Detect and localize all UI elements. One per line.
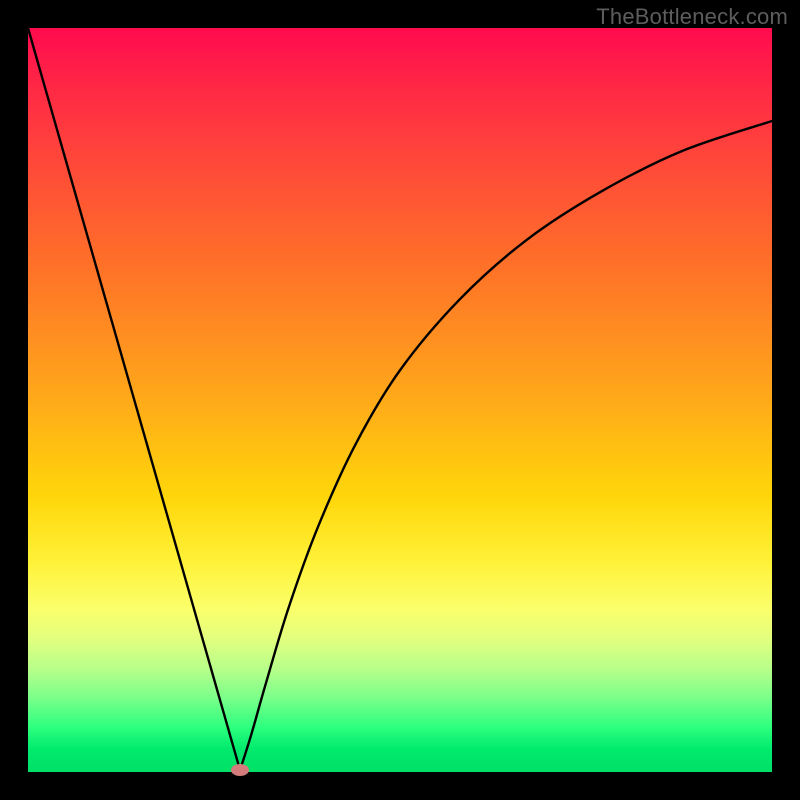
bottleneck-curve (28, 28, 772, 772)
watermark-text: TheBottleneck.com (596, 4, 788, 30)
plot-area (28, 28, 772, 772)
curve-left (28, 28, 240, 770)
optimum-marker (231, 764, 249, 776)
curve-right (240, 121, 772, 770)
chart-frame: TheBottleneck.com (0, 0, 800, 800)
